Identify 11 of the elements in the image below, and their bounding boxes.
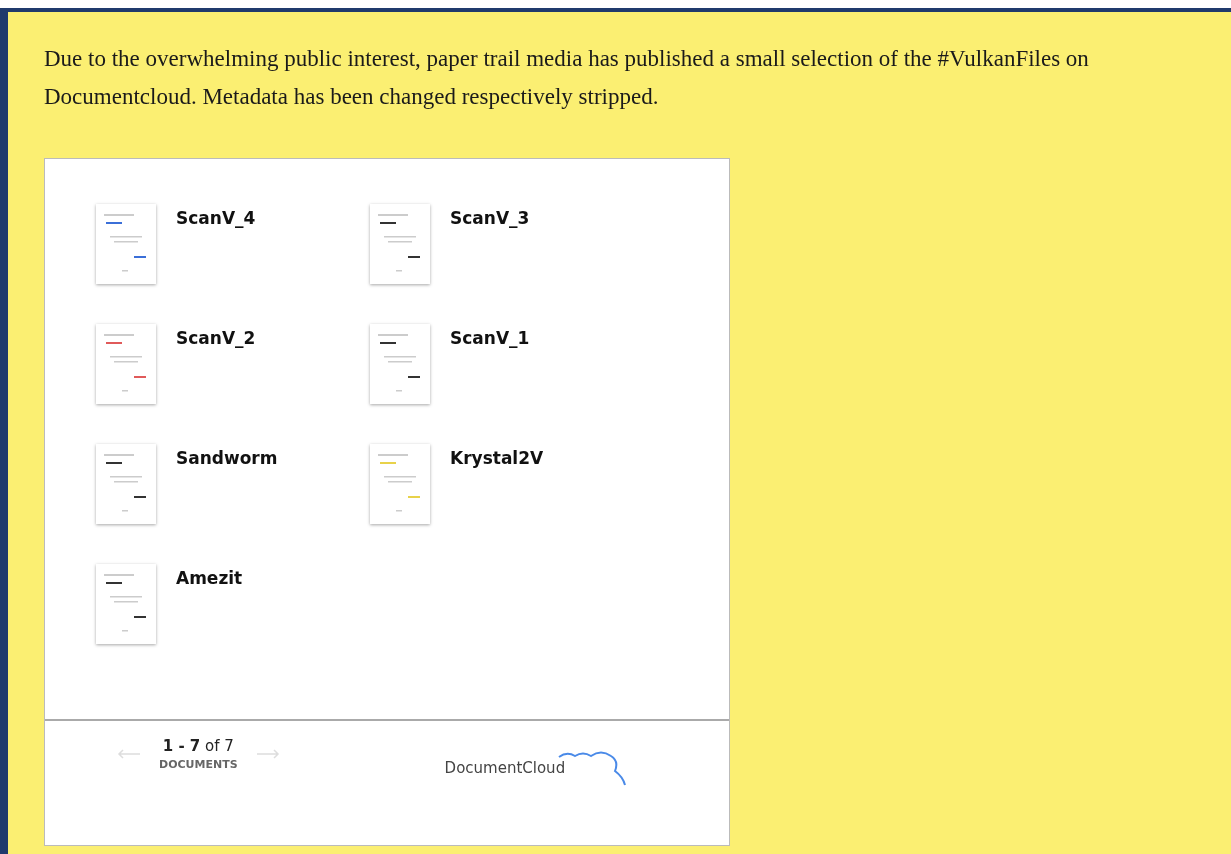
document-title[interactable]: ScanV_4 bbox=[176, 204, 256, 228]
brand-name[interactable]: DocumentCloud bbox=[444, 759, 566, 777]
document-title[interactable]: ScanV_1 bbox=[450, 324, 530, 348]
document-title[interactable]: ScanV_2 bbox=[176, 324, 256, 348]
document-title[interactable]: ScanV_3 bbox=[450, 204, 530, 228]
document-count: 1 - 7 of 7 bbox=[162, 737, 234, 755]
documents-label: DOCUMENTS bbox=[159, 758, 238, 771]
document-title[interactable]: Sandworm bbox=[176, 444, 278, 468]
document-title[interactable]: Krystal2V bbox=[450, 444, 544, 468]
intro-paragraph: Due to the overwhelming public interest, paper trail media has published a small selection of the #VulkanFiles on Documentcloud. Metadata has been changed respectively stripped. bbox=[44, 45, 1090, 111]
document-title[interactable]: Amezit bbox=[176, 564, 243, 588]
